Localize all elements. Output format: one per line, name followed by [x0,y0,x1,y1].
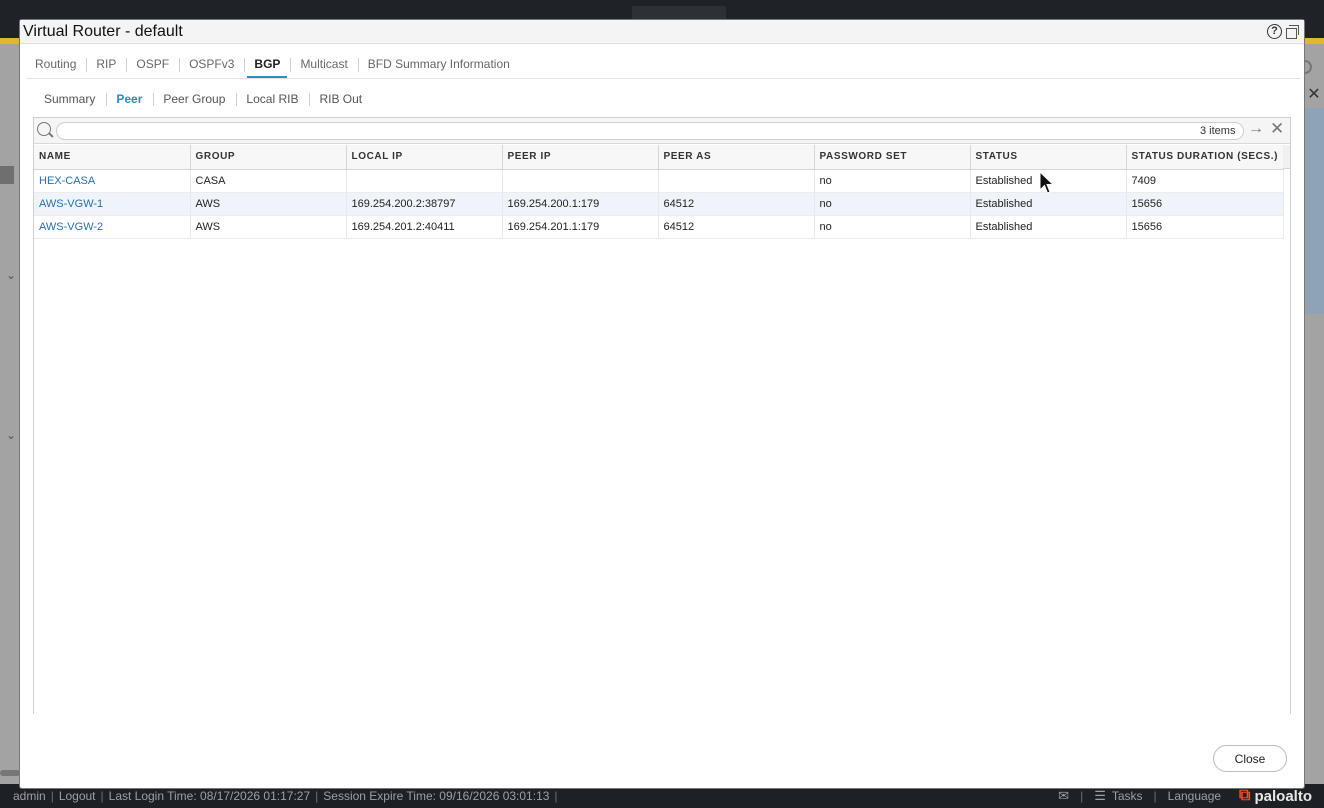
help-icon[interactable]: ? [1267,24,1282,39]
table-cell: 169.254.200.2:38797 [346,192,503,216]
table-row[interactable]: HEX-CASA CASA no Established 7409 [34,169,1284,193]
paloalto-logo-icon: ⧉ [1239,787,1251,804]
peer-name-link[interactable]: HEX-CASA [34,169,191,193]
table-cell: 64512 [658,192,815,216]
dialog-title: Virtual Router - default [23,23,183,40]
footer-separator: | [1080,789,1084,803]
table-row[interactable]: AWS-VGW-2 AWS 169.254.201.2:40411 169.25… [34,215,1284,239]
footer-separator: | [315,789,319,803]
items-count: 3 items [1200,125,1236,137]
last-login-time: Last Login Time: 08/17/2026 01:17:27 [108,789,311,803]
footer-separator: | [100,789,104,803]
paloalto-logo: ⧉ paloalto [1239,787,1312,805]
table-cell: no [814,192,971,216]
subtab-rib-out[interactable]: RIB Out [309,89,373,109]
table-cell [346,169,503,193]
tab-routing[interactable]: Routing [25,54,86,76]
table-cell: 15656 [1126,192,1284,216]
mouse-cursor-icon [1039,171,1055,194]
table-cell [658,169,815,193]
subtab-peer[interactable]: Peer [106,89,153,109]
column-header-group[interactable]: GROUP [190,145,347,170]
close-icon: ✕ [1307,86,1321,103]
search-icon [37,122,51,136]
tab-ospfv3[interactable]: OSPFv3 [179,54,244,76]
footer-separator: | [50,789,54,803]
apply-filter-icon[interactable]: → [1248,120,1264,138]
table-cell: 169.254.201.1:179 [502,215,659,239]
virtual-router-dialog: Virtual Router - default ? Routing RIP O… [20,20,1304,788]
column-header-peer-ip[interactable]: PEER IP [502,145,659,170]
background-scrollbar [0,770,20,776]
tab-multicast[interactable]: Multicast [290,54,357,76]
table-row[interactable]: AWS-VGW-1 AWS 169.254.200.2:38797 169.25… [34,192,1284,216]
subtab-local-rib[interactable]: Local RIB [236,89,309,109]
session-expire-time: Session Expire Time: 09/16/2026 03:01:13 [323,789,550,803]
tabs-divider [26,78,1300,79]
clear-filter-icon[interactable]: ✕ [1270,119,1284,139]
mail-icon[interactable]: ✉ [1058,788,1069,804]
subtab-peer-group[interactable]: Peer Group [153,89,236,109]
column-header-local-ip[interactable]: LOCAL IP [346,145,503,170]
dialog-title-bar[interactable]: Virtual Router - default ? [20,20,1304,44]
subtab-summary[interactable]: Summary [34,89,106,109]
table-cell: Established [970,215,1127,239]
table-scroll-gutter [1283,145,1290,169]
column-header-name[interactable]: NAME [34,145,191,170]
table-header-row: NAME GROUP LOCAL IP PEER IP PEER AS PASS… [34,145,1284,170]
logout-link[interactable]: Logout [59,789,96,803]
filter-input[interactable] [56,122,1244,140]
table-cell: AWS [190,192,347,216]
column-header-password-set[interactable]: PASSWORD SET [814,145,971,170]
table-cell: no [814,169,971,193]
restore-window-icon[interactable] [1286,25,1299,39]
peer-grid-panel: 3 items → ✕ NAME GROUP LOCAL IP PEER IP … [33,117,1291,714]
table-cell [502,169,659,193]
background-left-marker [0,166,14,184]
main-tabs: Routing RIP OSPF OSPFv3 BGP Multicast BF… [25,54,520,78]
tab-bgp[interactable]: BGP [244,54,290,78]
close-button[interactable]: Close [1213,745,1287,772]
footer-user: admin [13,789,46,803]
peer-table: NAME GROUP LOCAL IP PEER IP PEER AS PASS… [34,145,1284,239]
tasks-icon: ☰ [1094,788,1106,803]
background-left-panel [0,44,20,784]
peer-name-link[interactable]: AWS-VGW-2 [34,215,191,239]
footer-separator: | [1153,789,1157,803]
tab-ospf[interactable]: OSPF [126,54,179,76]
table-cell: CASA [190,169,347,193]
peer-name-link[interactable]: AWS-VGW-1 [34,192,191,216]
tab-rip[interactable]: RIP [86,54,126,76]
table-cell: Established [970,192,1127,216]
tasks-link[interactable]: Tasks [1112,789,1143,803]
filter-bar: 3 items → ✕ [34,118,1290,144]
footer-separator: | [554,789,558,803]
background-right-box [1304,108,1324,314]
table-cell: AWS [190,215,347,239]
language-link[interactable]: Language [1168,789,1221,803]
bgp-subtabs: Summary Peer Peer Group Local RIB RIB Ou… [34,89,373,109]
table-cell: 169.254.200.1:179 [502,192,659,216]
table-cell: no [814,215,971,239]
column-header-peer-as[interactable]: PEER AS [658,145,815,170]
chevron-down-icon: ⌄ [6,428,17,442]
paloalto-logo-text: paloalto [1254,787,1312,805]
column-header-status[interactable]: STATUS [970,145,1127,170]
chevron-down-icon: ⌄ [6,268,17,282]
tab-bfd-summary[interactable]: BFD Summary Information [357,54,520,76]
table-cell: 15656 [1126,215,1284,239]
column-header-status-duration[interactable]: STATUS DURATION (SECS.) [1126,145,1284,170]
table-cell: 169.254.201.2:40411 [346,215,503,239]
table-cell: 7409 [1126,169,1284,193]
table-cell: 64512 [658,215,815,239]
